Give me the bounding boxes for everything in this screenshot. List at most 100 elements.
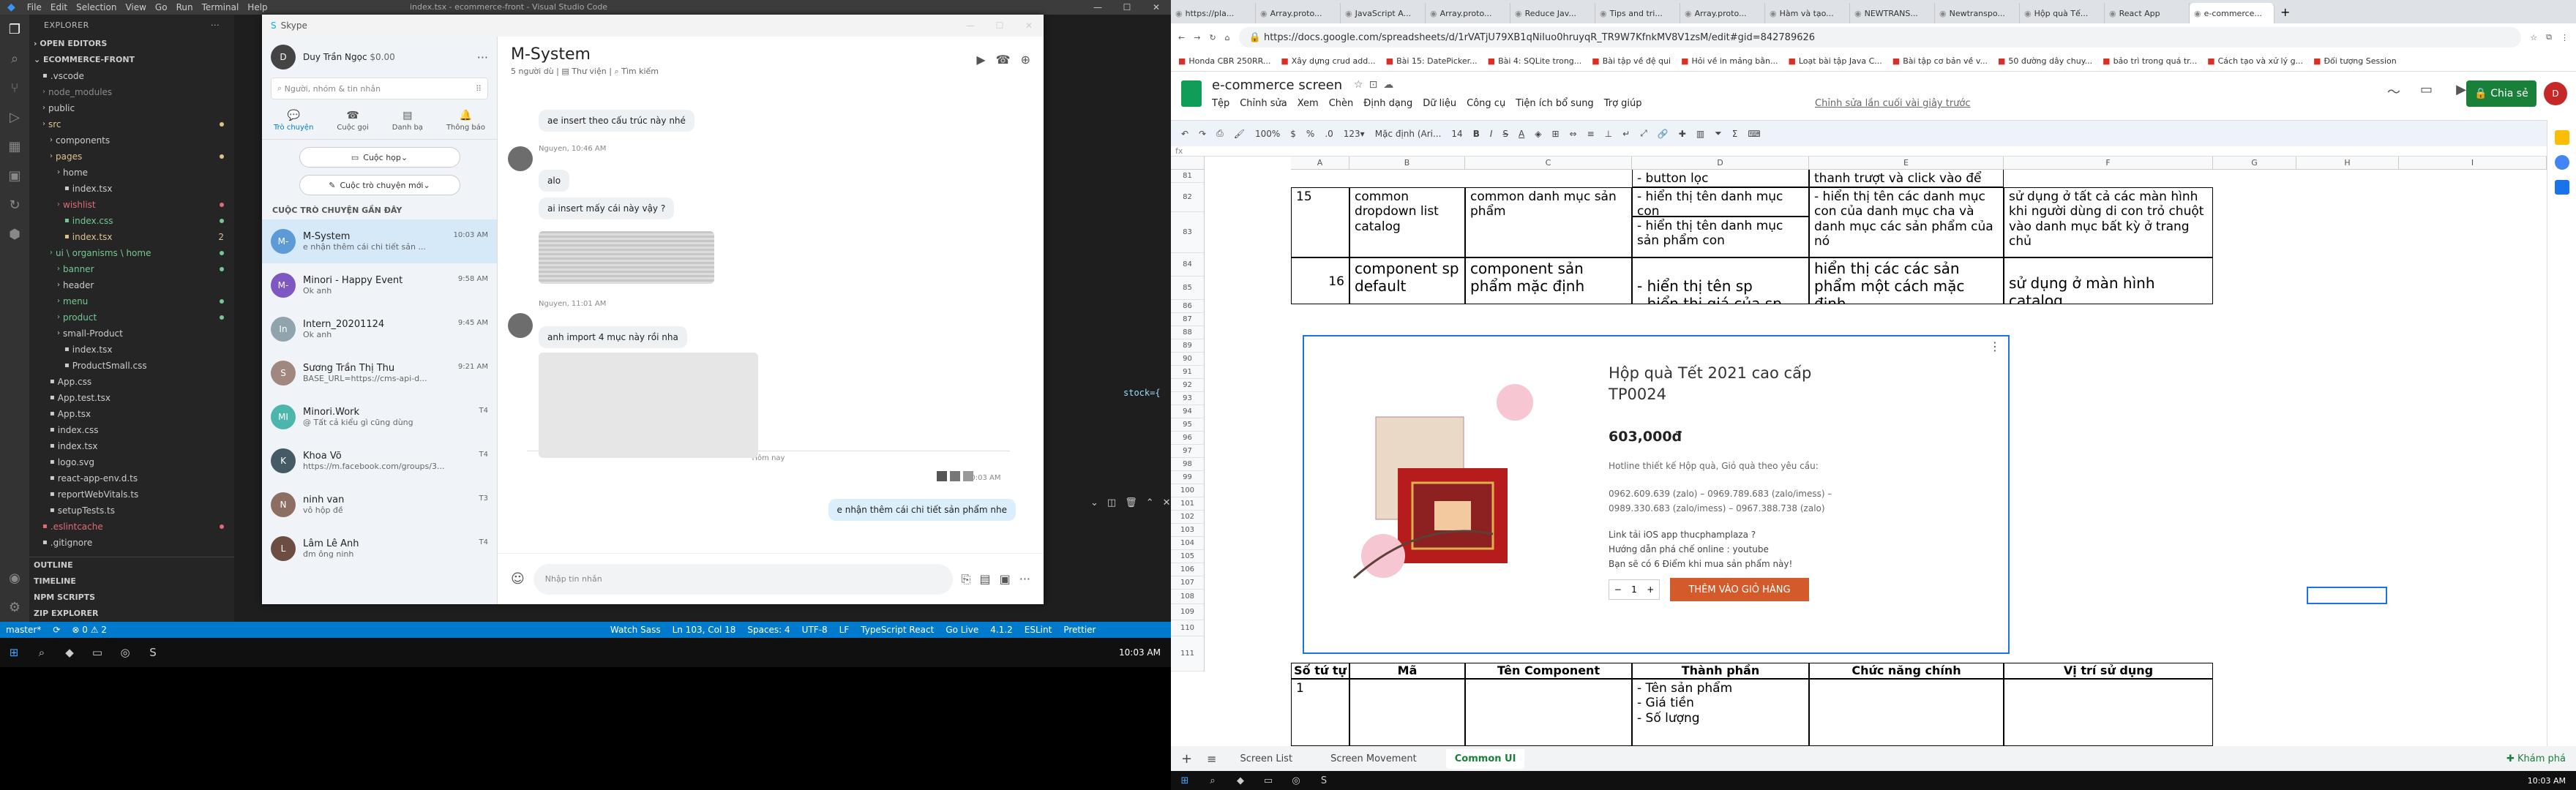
more-actions-icon[interactable]: ···	[211, 20, 220, 30]
bookmark-item[interactable]: ■ Honda CBR 250RR...	[1178, 56, 1270, 66]
prettier-status[interactable]: Prettier	[1063, 625, 1096, 635]
move-icon[interactable]: ⊡	[1369, 79, 1378, 91]
wrap-icon[interactable]: ↵	[1622, 129, 1630, 139]
cell-b84[interactable]: component sp default	[1349, 257, 1465, 304]
valign-icon[interactable]: ⊥	[1605, 129, 1612, 139]
tree-item[interactable]: › wishlist	[29, 197, 234, 213]
column-header[interactable]: E	[1809, 157, 2004, 170]
star-doc-icon[interactable]: ☆	[1354, 79, 1363, 91]
skype-close-icon[interactable]: ✕	[1014, 18, 1044, 33]
settings-gear-icon[interactable]: ⚙	[0, 592, 29, 622]
selected-cell[interactable]	[2307, 587, 2387, 604]
row-header[interactable]: 87	[1171, 313, 1205, 326]
browser-tab[interactable]: ◉ JavaScript A...	[1341, 3, 1426, 23]
row-header[interactable]: 110	[1171, 620, 1205, 636]
filter-icon[interactable]: ⏷	[1715, 128, 1722, 139]
url-input[interactable]: 🔒 https://docs.google.com/spreadsheets/d…	[1238, 27, 2522, 48]
add-sheet-icon[interactable]: +	[1181, 751, 1192, 767]
add-person-icon[interactable]: ⊕	[1021, 53, 1030, 67]
row-header[interactable]: 95	[1171, 418, 1205, 432]
percent-icon[interactable]: %	[1306, 129, 1314, 139]
avatar[interactable]: D	[271, 45, 296, 69]
row-header[interactable]: 107	[1171, 576, 1205, 590]
cell-a109[interactable]: 1	[1291, 679, 1349, 746]
home-icon[interactable]: ⌂	[1225, 33, 1230, 42]
meet-now-button[interactable]: ▭ Cuộc họp ⌄	[299, 147, 460, 168]
font-select[interactable]: Mặc định (Ari...	[1375, 129, 1442, 139]
eol-status[interactable]: LF	[839, 625, 850, 635]
row-header[interactable]: 101	[1171, 497, 1205, 511]
browser-tab[interactable]: ◉ Array.proto...	[1256, 3, 1341, 23]
sheet-tab[interactable]: Common UI	[1445, 748, 1525, 769]
vscode-menu[interactable]: File Edit Selection View Go Run Terminal Help	[23, 2, 272, 12]
chart-icon[interactable]: ▥	[1696, 129, 1704, 139]
calendar-icon[interactable]	[2554, 180, 2569, 195]
browser-tab[interactable]: ◉ https://pla...	[1171, 3, 1256, 23]
tree-item[interactable]: › ui \ organisms \ home	[29, 245, 234, 261]
bookmark-item[interactable]: ■ bảo trì trong quá tr...	[2103, 56, 2197, 66]
row-header[interactable]: 93	[1171, 392, 1205, 405]
go-live-status[interactable]: Go Live	[946, 625, 978, 635]
account-avatar[interactable]: D	[2544, 82, 2567, 105]
last-edit-link[interactable]: Chỉnh sửa lần cuối vài giây trước	[1815, 98, 1971, 109]
remote-icon[interactable]: ▣	[0, 161, 29, 190]
sheets-menu-item[interactable]: Dữ liệu	[1423, 98, 1456, 109]
cell-c84[interactable]: component sản phẩm mặc định	[1465, 257, 1632, 304]
column-header[interactable]: A	[1291, 157, 1349, 170]
cell-d109[interactable]: - Tên sản phẩm - Giá tiền - Số lượng	[1632, 679, 1809, 746]
tree-item[interactable]: › pages	[29, 148, 234, 165]
select-all-corner[interactable]	[1171, 157, 1205, 170]
tasks-icon[interactable]	[2554, 155, 2569, 170]
windows-start-icon[interactable]: ⊞	[1171, 771, 1199, 790]
skype-minimize-icon[interactable]: —	[956, 18, 985, 33]
column-header[interactable]: D	[1632, 157, 1809, 170]
browser-tab[interactable]: ◉ e-commerce...	[2190, 3, 2274, 23]
row-header[interactable]: 108	[1171, 590, 1205, 604]
tree-item[interactable]: › home	[29, 165, 234, 181]
tree-item[interactable]: ▪ index.tsx	[29, 342, 234, 358]
row-header[interactable]: 105	[1171, 550, 1205, 563]
cell-d84[interactable]: - hiển thị tên sp - hiển thị giá của sp	[1632, 257, 1809, 304]
bookmark-item[interactable]: ■ Bài tập về đệ qui	[1592, 56, 1671, 66]
open-editors-section[interactable]: › OPEN EDITORS	[29, 36, 234, 52]
column-header[interactable]: F	[2004, 157, 2213, 170]
italic-icon[interactable]: I	[1490, 129, 1493, 139]
embedded-product-image[interactable]: Hộp quà Tết 2021 cao cấp TP0024 603,000đ…	[1303, 335, 2010, 654]
cell-d83[interactable]: - hiển thị tên danh mục sản phẩm con	[1632, 217, 1809, 257]
tree-item[interactable]: ▪ App.test.tsx	[29, 390, 234, 406]
merge-icon[interactable]: ⇔	[1570, 129, 1577, 139]
row-header[interactable]: 88	[1171, 326, 1205, 339]
sheets-menu-item[interactable]: Xem	[1298, 98, 1319, 109]
row-header[interactable]: 102	[1171, 511, 1205, 524]
row-header[interactable]: 106	[1171, 563, 1205, 576]
cell-b109[interactable]	[1349, 679, 1465, 746]
sheets-menu-item[interactable]: Định dạng	[1363, 98, 1412, 109]
conversation-item[interactable]: L Lâm Lê Anh T4 đm ông ninh	[262, 527, 497, 571]
sync-icon[interactable]: ⟳	[53, 625, 60, 635]
conversation-item[interactable]: M- M-System 10:03 AM e nhận thêm cái chi ti…	[262, 219, 497, 263]
taskbar-clock-right[interactable]: 10:03 AM	[2528, 776, 2566, 786]
sheets-menu-item[interactable]: Chỉnh sửa	[1240, 98, 1287, 109]
column-header[interactable]: B	[1349, 157, 1465, 170]
browser-tab[interactable]: ◉ React App	[2105, 3, 2190, 23]
bookmark-item[interactable]: ■ Bài 15: DatePicker...	[1386, 56, 1478, 66]
table-header-cell[interactable]: Tên Component	[1465, 663, 1632, 679]
sheet-tab[interactable]: Screen List	[1232, 749, 1302, 769]
cell-d81[interactable]: - button lọc	[1632, 170, 1809, 187]
column-header[interactable]: I	[2399, 157, 2547, 170]
browser-tab[interactable]: ◉ Tips and tri...	[1595, 3, 1680, 23]
tree-item[interactable]: › public	[29, 100, 234, 116]
cell-e81[interactable]: thanh trượt và click vào để lọc	[1809, 170, 2004, 187]
section-outline[interactable]: OUTLINE	[29, 557, 234, 573]
cell-c109[interactable]	[1465, 679, 1632, 746]
new-chat-button[interactable]: ✎ Cuộc trò chuyện mới ⌄	[299, 175, 460, 195]
video-call-icon[interactable]: ▶	[976, 53, 985, 67]
menu-selection[interactable]: Selection	[76, 2, 116, 12]
browser-tab[interactable]: ◉ Array.proto...	[1680, 3, 1765, 23]
sheet-tab[interactable]: Screen Movement	[1322, 749, 1426, 769]
font-size-select[interactable]: 14	[1451, 129, 1462, 139]
tab-contacts[interactable]: ▤ Danh bạ	[392, 110, 423, 132]
menu-run[interactable]: Run	[176, 2, 193, 12]
zoom-select[interactable]: 100%	[1255, 129, 1280, 139]
tree-item[interactable]: › banner	[29, 261, 234, 277]
